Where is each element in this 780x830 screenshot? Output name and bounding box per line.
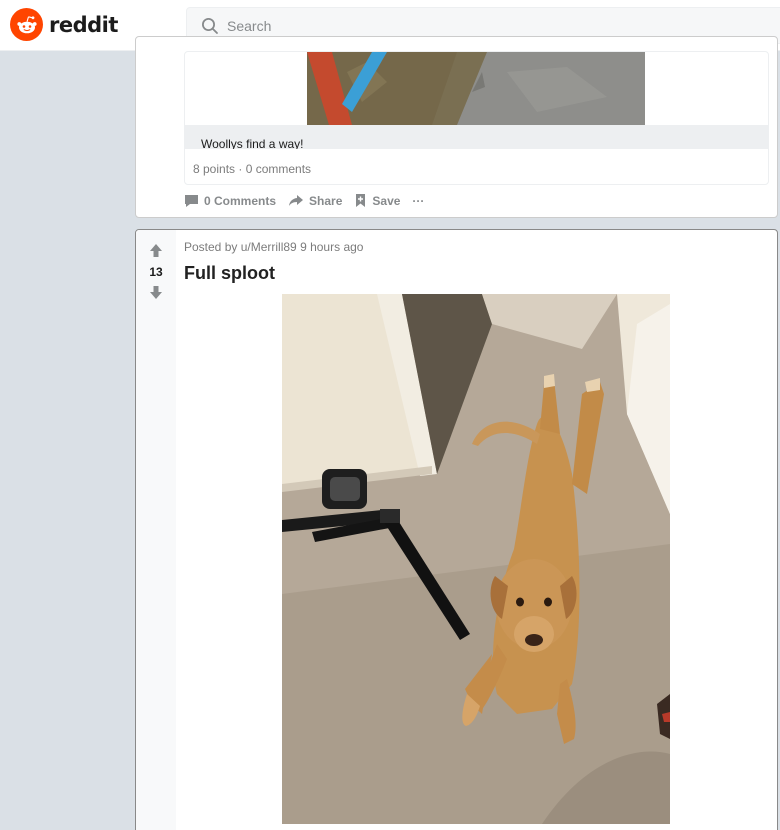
crosspost-image[interactable] <box>307 52 645 125</box>
post-time: 9 hours ago <box>300 240 364 254</box>
save-button[interactable]: Save <box>354 193 400 208</box>
downvote-button[interactable] <box>147 283 165 301</box>
vote-count: 13 <box>149 265 163 279</box>
comment-icon <box>185 194 198 207</box>
search-input[interactable] <box>227 17 727 34</box>
more-icon: ··· <box>412 193 425 208</box>
comments-button[interactable]: 0 Comments <box>184 194 276 208</box>
reddit-alien-icon <box>10 8 43 41</box>
post-image[interactable] <box>282 294 670 824</box>
post-card[interactable]: 13 Posted by u/Merrill89 9 hours ago Ful… <box>135 229 778 830</box>
post-title[interactable]: Full sploot <box>184 263 275 284</box>
post-actions-bar: 0 Comments Share Save ··· <box>184 193 436 208</box>
vote-column: 13 <box>136 230 176 830</box>
reddit-logo[interactable]: reddit <box>10 8 118 41</box>
previous-post-card[interactable]: Woollys find a way! 8 points · 0 comment… <box>135 36 778 218</box>
search-icon <box>202 17 218 34</box>
crosspost-title[interactable]: Woollys find a way! <box>185 125 768 149</box>
posted-by-prefix: Posted by <box>184 240 238 254</box>
share-label: Share <box>309 193 343 208</box>
share-icon <box>289 195 304 206</box>
post-meta: Posted by u/Merrill89 9 hours ago <box>184 240 363 254</box>
comments-label: 0 Comments <box>204 193 277 208</box>
downvote-arrow-icon <box>150 285 162 299</box>
author-link[interactable]: u/Merrill89 <box>241 240 297 254</box>
logo-wordmark: reddit <box>49 12 118 37</box>
save-label: Save <box>372 193 401 208</box>
upvote-button[interactable] <box>147 241 165 259</box>
more-options-button[interactable]: ··· <box>412 194 424 208</box>
bookmark-icon <box>356 194 366 207</box>
crosspost-meta: 8 points · 0 comments <box>193 162 312 176</box>
upvote-arrow-icon <box>150 243 162 257</box>
share-button[interactable]: Share <box>288 194 342 208</box>
crosspost-embed[interactable]: Woollys find a way! 8 points · 0 comment… <box>184 51 769 185</box>
